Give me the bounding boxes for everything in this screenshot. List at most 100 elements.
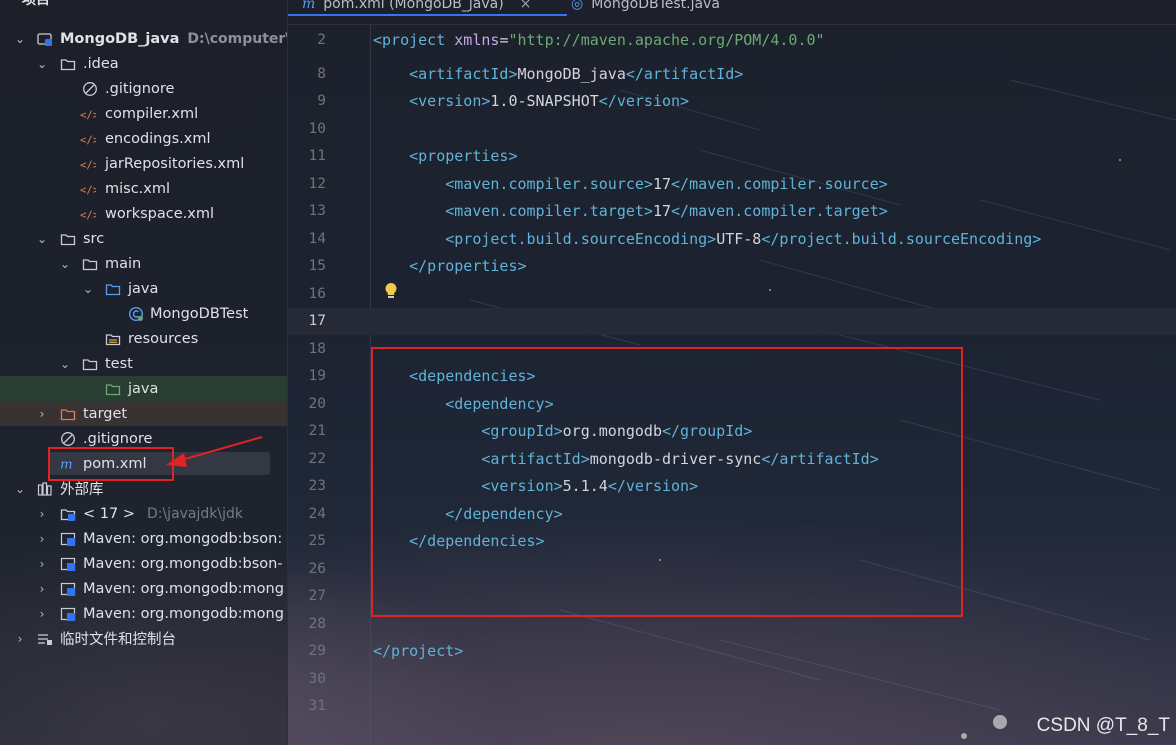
tree-item-test-java-folder[interactable]: java [0,376,287,401]
chevron-down-icon[interactable]: ⌄ [60,358,70,370]
tree-item-label: Maven: org.mongodb:mong [83,580,284,597]
line-number: 31 [308,698,326,714]
tree-item-maven-library[interactable]: › Maven: org.mongodb:mong [0,576,287,601]
xml-text: UTF-8 [716,230,762,248]
tree-item-file[interactable]: .gitignore [0,76,287,101]
tree-item-file[interactable]: </> workspace.xml [0,201,287,226]
tree-item-resources-folder[interactable]: resources [0,326,287,351]
tree-item-target-folder[interactable]: › target [0,401,287,426]
line-number: 18 [308,341,326,357]
tree-item-maven-library[interactable]: › Maven: org.mongodb:mong [0,601,287,626]
code-line[interactable]: 8 <artifactId>MongoDB_java</artifactId> [288,61,1176,88]
tree-item-maven-library[interactable]: › Maven: org.mongodb:bson: [0,526,287,551]
tree-item-label: MongoDBTest [150,305,249,322]
tab-label: MongoDBTest.java [591,0,720,12]
tree-item-label: MongoDB_java D:\computer\j [60,30,288,47]
code-line[interactable]: 11 <properties> [288,143,1176,170]
code-line[interactable]: 30 [288,666,1176,693]
line-number: 9 [317,93,326,109]
tree-item-label: src [83,230,105,247]
chevron-right-icon[interactable]: › [37,608,47,620]
chevron-down-icon[interactable]: ⌄ [15,483,25,495]
watermark-text: CSDN @T_8_T [1036,715,1170,736]
tree-item-label: main [105,255,142,272]
line-number: 26 [308,561,326,577]
lightbulb-intention-icon[interactable] [383,282,399,300]
tree-item-main-folder[interactable]: ⌄ main [0,251,287,276]
tree-item-label: encodings.xml [105,130,211,147]
add-icon[interactable]: ⊕ [120,0,132,4]
tree-item-jdk[interactable]: › < 17 > D:\javajdk\jdk [0,501,287,526]
project-panel-title[interactable]: 项目 [22,0,50,9]
tree-item-class[interactable]: MongoDBTest [0,301,287,326]
tree-item-file[interactable]: </> encodings.xml [0,126,287,151]
tree-item-file[interactable]: </> compiler.xml [0,101,287,126]
chevron-down-icon[interactable]: ⌄ [37,233,47,245]
folder-icon [60,58,76,70]
chevron-down-icon[interactable]: ⌄ [60,258,70,270]
chevron-right-icon[interactable]: › [37,408,47,420]
tree-item-label: Maven: org.mongodb:bson: [83,530,283,547]
tree-item-file[interactable]: </> jarRepositories.xml [0,151,287,176]
chevron-right-icon[interactable]: › [15,633,25,645]
tab-mongodb-test-java[interactable]: ◎ MongoDBTest.java [571,0,720,16]
line-number: 12 [308,176,326,192]
code-line[interactable]: 10 [288,116,1176,143]
line-number: 24 [308,506,326,522]
line-number: 8 [317,66,326,82]
collapse-all-icon[interactable]: ⌃ [188,0,200,4]
tree-item-label: .idea [83,55,119,72]
source-folder-icon [105,283,121,295]
tree-item-label: < 17 > D:\javajdk\jdk [83,505,243,522]
svg-text:</>: </> [80,133,96,146]
tree-item-file[interactable]: </> misc.xml [0,176,287,201]
xml-text: 1.0-SNAPSHOT [490,92,599,110]
xml-file-icon: </> [80,208,96,221]
tree-item-src-folder[interactable]: ⌄ src [0,226,287,251]
line-number: 15 [308,258,326,274]
xml-file-icon: </> [80,133,96,146]
tree-item-test-folder[interactable]: ⌄ test [0,351,287,376]
code-line[interactable]: 2 <project xmlns="http://maven.apache.or… [288,27,1176,54]
chevron-down-icon[interactable]: ⌄ [15,33,25,45]
chevron-down-icon[interactable]: ⌄ [62,0,74,4]
tree-item-label: test [105,355,133,372]
library-jar-icon [60,557,76,571]
line-number: 20 [308,396,326,412]
code-line[interactable]: 12 <maven.compiler.source>17</maven.comp… [288,171,1176,198]
tree-item-project-root[interactable]: ⌄ MongoDB_java D:\computer\j [0,26,287,51]
code-line-current[interactable]: 17 [288,308,1176,335]
chevron-down-icon[interactable]: ⌄ [37,58,47,70]
tree-item-scratches[interactable]: › 临时文件和控制台 [0,626,287,651]
expand-all-icon[interactable]: ⌄ [157,0,169,4]
chevron-right-icon[interactable]: › [37,533,47,545]
code-line[interactable]: 16 [288,281,1176,308]
chevron-down-icon[interactable]: ⌄ [83,283,93,295]
tree-item-idea-folder[interactable]: ⌄ .idea [0,51,287,76]
tree-item-maven-library[interactable]: › Maven: org.mongodb:bson- [0,551,287,576]
tree-item-java-source-folder[interactable]: ⌄ java [0,276,287,301]
xml-tag: </artifactId> [625,65,744,83]
xml-tag: <project.build.sourceEncoding> [445,230,717,248]
code-line[interactable]: 9 <version>1.0-SNAPSHOT</version> [288,88,1176,115]
code-line[interactable]: 15 </properties> [288,253,1176,280]
code-line[interactable]: 13 <maven.compiler.target>17</maven.comp… [288,198,1176,225]
xml-text: MongoDB_java [517,65,626,83]
tree-item-label: jarRepositories.xml [105,155,245,172]
tree-item-label: 临时文件和控制台 [60,632,176,648]
tree-item-label: java [128,280,159,297]
chevron-right-icon[interactable]: › [37,558,47,570]
library-jar-icon [60,607,76,621]
tree-item-label: compiler.xml [105,105,199,122]
library-jar-icon [60,532,76,546]
line-number: 19 [308,368,326,384]
close-icon[interactable]: × [520,0,532,12]
tab-pom-xml[interactable]: m pom.xml (MongoDB_java) × [288,0,568,16]
code-line[interactable]: 29 </project> [288,638,1176,665]
scratches-icon [38,633,52,645]
chevron-right-icon[interactable]: › [37,583,47,595]
code-line[interactable]: 14 <project.build.sourceEncoding>UTF-8</… [288,226,1176,253]
xml-tag: </version> [598,92,690,110]
chevron-right-icon[interactable]: › [37,508,47,520]
xml-tag: </project.build.sourceEncoding> [761,230,1042,248]
